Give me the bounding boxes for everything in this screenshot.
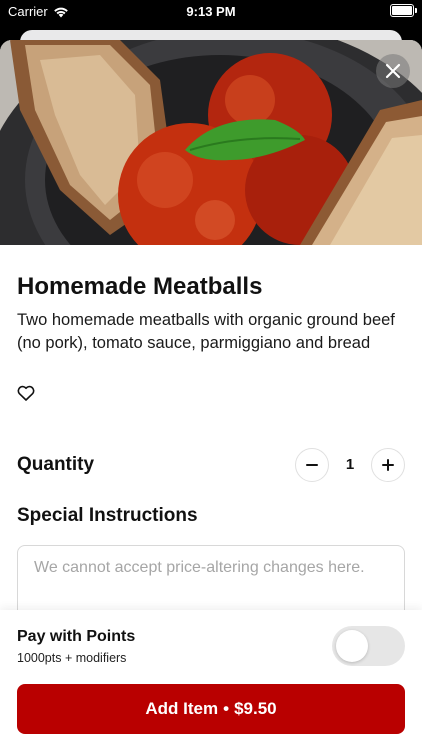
add-item-label: Add Item — [145, 699, 219, 718]
special-instructions-label: Special Instructions — [17, 505, 198, 526]
item-photo — [0, 40, 422, 245]
close-button[interactable] — [376, 54, 410, 88]
minus-icon — [306, 464, 318, 466]
decrease-quantity-button[interactable] — [295, 448, 329, 482]
points-cost-label: 1000pts + modifiers — [17, 651, 127, 665]
plus-icon — [382, 459, 394, 471]
checkout-footer: Pay with Points 1000pts + modifiers Add … — [0, 610, 422, 750]
add-item-button[interactable]: Add Item • $9.50 — [17, 684, 405, 734]
close-icon — [385, 63, 401, 79]
pay-with-points-label: Pay with Points — [17, 628, 136, 645]
quantity-label: Quantity — [17, 454, 95, 475]
toggle-knob — [336, 630, 368, 662]
quantity-value: 1 — [345, 456, 355, 473]
item-description: Two homemade meatballs with organic grou… — [17, 311, 395, 352]
add-item-price: $9.50 — [234, 699, 277, 718]
increase-quantity-button[interactable] — [371, 448, 405, 482]
battery-icon — [390, 4, 417, 17]
item-title: Homemade Meatballs — [17, 273, 263, 300]
item-detail-sheet: Homemade Meatballs Two homemade meatball… — [0, 40, 422, 750]
clock: 9:13 PM — [186, 4, 236, 19]
status-bar: Carrier 9:13 PM — [0, 0, 422, 24]
heart-icon[interactable] — [17, 385, 35, 401]
pay-with-points-toggle[interactable] — [332, 626, 405, 666]
add-item-separator: • — [223, 699, 230, 718]
